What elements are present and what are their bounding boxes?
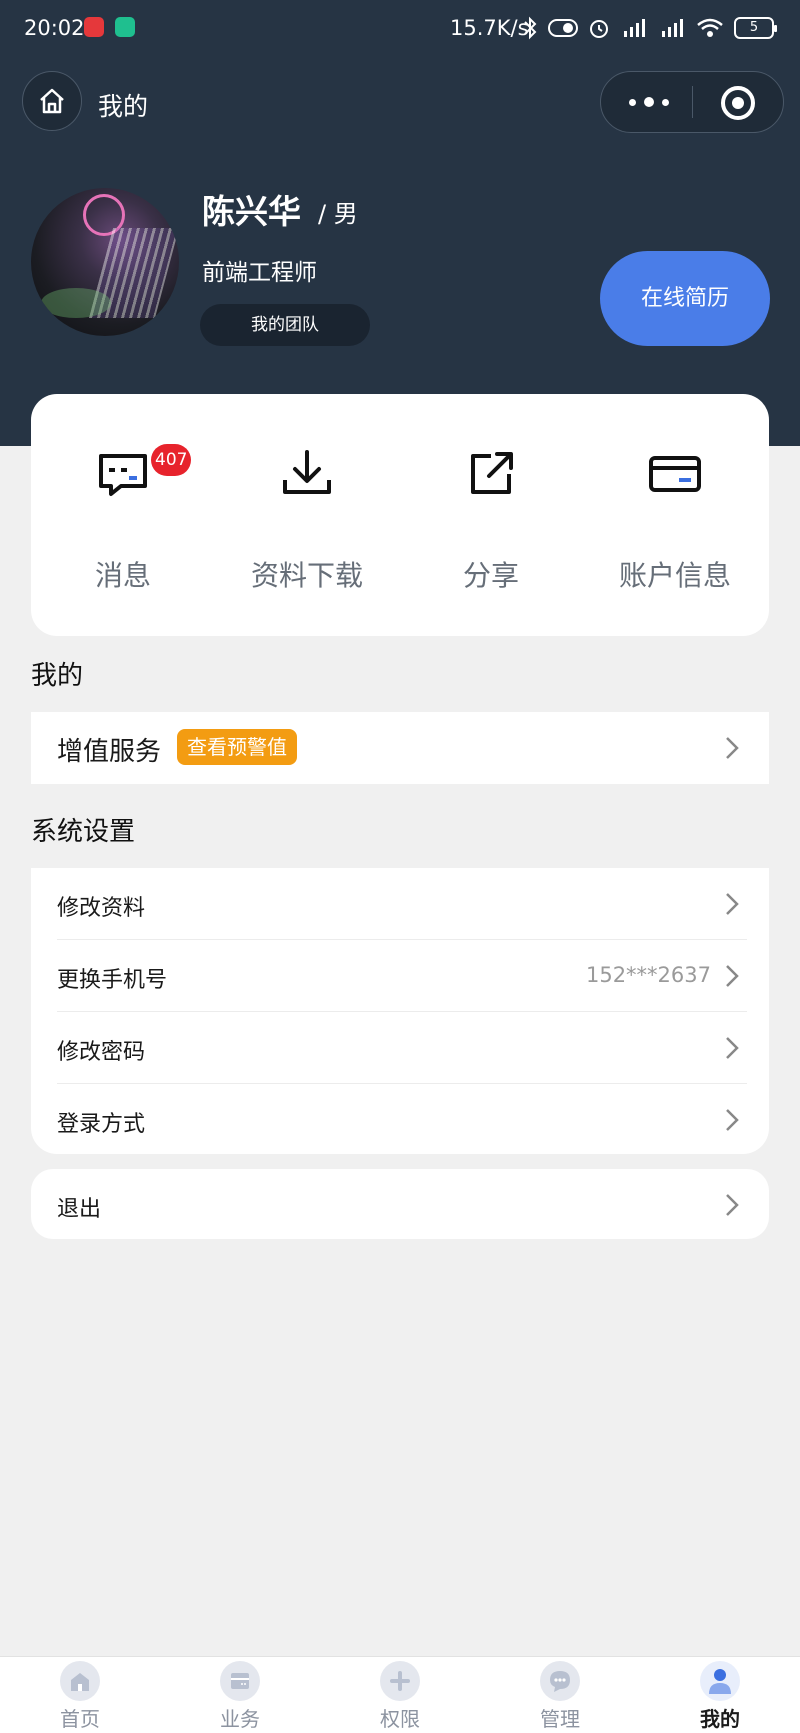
user-gender: / 男 — [318, 200, 358, 228]
logout-card: 退出 — [31, 1169, 769, 1239]
row-label: 退出 — [57, 1197, 102, 1222]
close-target-icon[interactable] — [721, 86, 755, 120]
status-bar: 20:02 15.7K/s 5 — [0, 0, 800, 58]
permission-tab-icon — [380, 1661, 420, 1701]
tab-label: 管理 — [540, 1707, 580, 1731]
edit-profile-row[interactable]: 修改资料 — [31, 868, 769, 940]
tab-profile[interactable]: 我的 — [640, 1657, 800, 1733]
avatar[interactable] — [31, 188, 179, 336]
bottom-tab-bar: 首页 业务 权限 管理 我的 — [0, 1656, 800, 1733]
quick-action-label: 账户信息 — [618, 559, 731, 592]
user-name: 陈兴华 — [202, 192, 301, 231]
logout-row[interactable]: 退出 — [31, 1169, 769, 1239]
chevron-right-icon — [726, 1194, 739, 1216]
page-title: 我的 — [98, 92, 149, 121]
tab-permission[interactable]: 权限 — [320, 1657, 480, 1733]
battery-icon: 5 — [734, 17, 777, 39]
settings-card: 修改资料 更换手机号 152***2637 修改密码 登录方式 — [31, 868, 769, 1154]
manage-tab-icon — [540, 1661, 580, 1701]
tab-label: 我的 — [700, 1707, 740, 1731]
download-icon — [283, 450, 331, 494]
value-added-service-row[interactable]: 增值服务 查看预警值 — [31, 712, 769, 784]
business-tab-icon — [220, 1661, 260, 1701]
netease-music-icon — [84, 17, 104, 37]
share-icon — [471, 452, 513, 494]
home-icon — [40, 88, 64, 114]
my-team-button[interactable]: 我的团队 — [200, 304, 370, 346]
toggle-icon — [548, 19, 578, 37]
message-count-badge: 407 — [151, 444, 192, 476]
home-tab-icon — [60, 1661, 100, 1701]
home-button[interactable] — [22, 71, 82, 131]
tab-label: 业务 — [220, 1707, 260, 1731]
quick-action-share[interactable]: 分享 — [399, 394, 583, 636]
tab-label: 权限 — [380, 1707, 420, 1731]
wifi-icon — [697, 18, 723, 37]
message-icon — [99, 454, 147, 496]
mine-card: 增值服务 查看预警值 — [31, 712, 769, 784]
user-role: 前端工程师 — [202, 260, 317, 286]
change-password-row[interactable]: 修改密码 — [31, 1012, 769, 1084]
row-label: 增值服务 — [57, 737, 162, 767]
section-title-settings: 系统设置 — [31, 817, 136, 847]
quick-action-download[interactable]: 资料下载 — [215, 394, 399, 636]
quick-action-label: 分享 — [462, 559, 519, 592]
chevron-right-icon — [726, 1109, 739, 1131]
quick-actions-card: 407 消息 资料下载 分享 账户信息 — [31, 394, 769, 636]
signal-hd-1-icon — [624, 19, 645, 37]
row-label: 修改密码 — [57, 1040, 146, 1065]
change-phone-row[interactable]: 更换手机号 152***2637 — [31, 940, 769, 1012]
chevron-right-icon — [726, 893, 739, 915]
section-title-mine: 我的 — [31, 661, 84, 691]
row-label: 修改资料 — [57, 896, 146, 921]
warning-value-tag[interactable]: 查看预警值 — [177, 729, 297, 765]
tab-home[interactable]: 首页 — [0, 1657, 160, 1733]
status-time: 20:02 — [24, 16, 85, 40]
security-app-icon — [115, 17, 135, 37]
network-speed: 15.7K/s — [450, 16, 529, 40]
tab-business[interactable]: 业务 — [160, 1657, 320, 1733]
alarm-icon — [590, 20, 608, 38]
bluetooth-icon — [524, 16, 537, 40]
row-label: 更换手机号 — [57, 968, 168, 993]
signal-hd-2-icon — [662, 19, 683, 37]
quick-action-label: 消息 — [94, 559, 151, 592]
profile-tab-icon — [700, 1661, 740, 1701]
quick-action-account[interactable]: 账户信息 — [583, 394, 767, 636]
chevron-right-icon — [726, 965, 739, 987]
chevron-right-icon — [726, 737, 739, 759]
tab-manage[interactable]: 管理 — [480, 1657, 640, 1733]
quick-action-messages[interactable]: 407 消息 — [31, 394, 215, 636]
chevron-right-icon — [726, 1037, 739, 1059]
online-resume-button[interactable]: 在线简历 — [600, 251, 770, 346]
tab-label: 首页 — [60, 1707, 100, 1731]
masked-phone-number: 152***2637 — [585, 963, 711, 987]
quick-action-label: 资料下载 — [250, 559, 363, 592]
more-icon[interactable] — [629, 94, 669, 110]
row-label: 登录方式 — [57, 1112, 146, 1137]
login-method-row[interactable]: 登录方式 — [31, 1084, 769, 1156]
card-icon — [649, 456, 701, 492]
miniapp-capsule — [600, 71, 784, 133]
